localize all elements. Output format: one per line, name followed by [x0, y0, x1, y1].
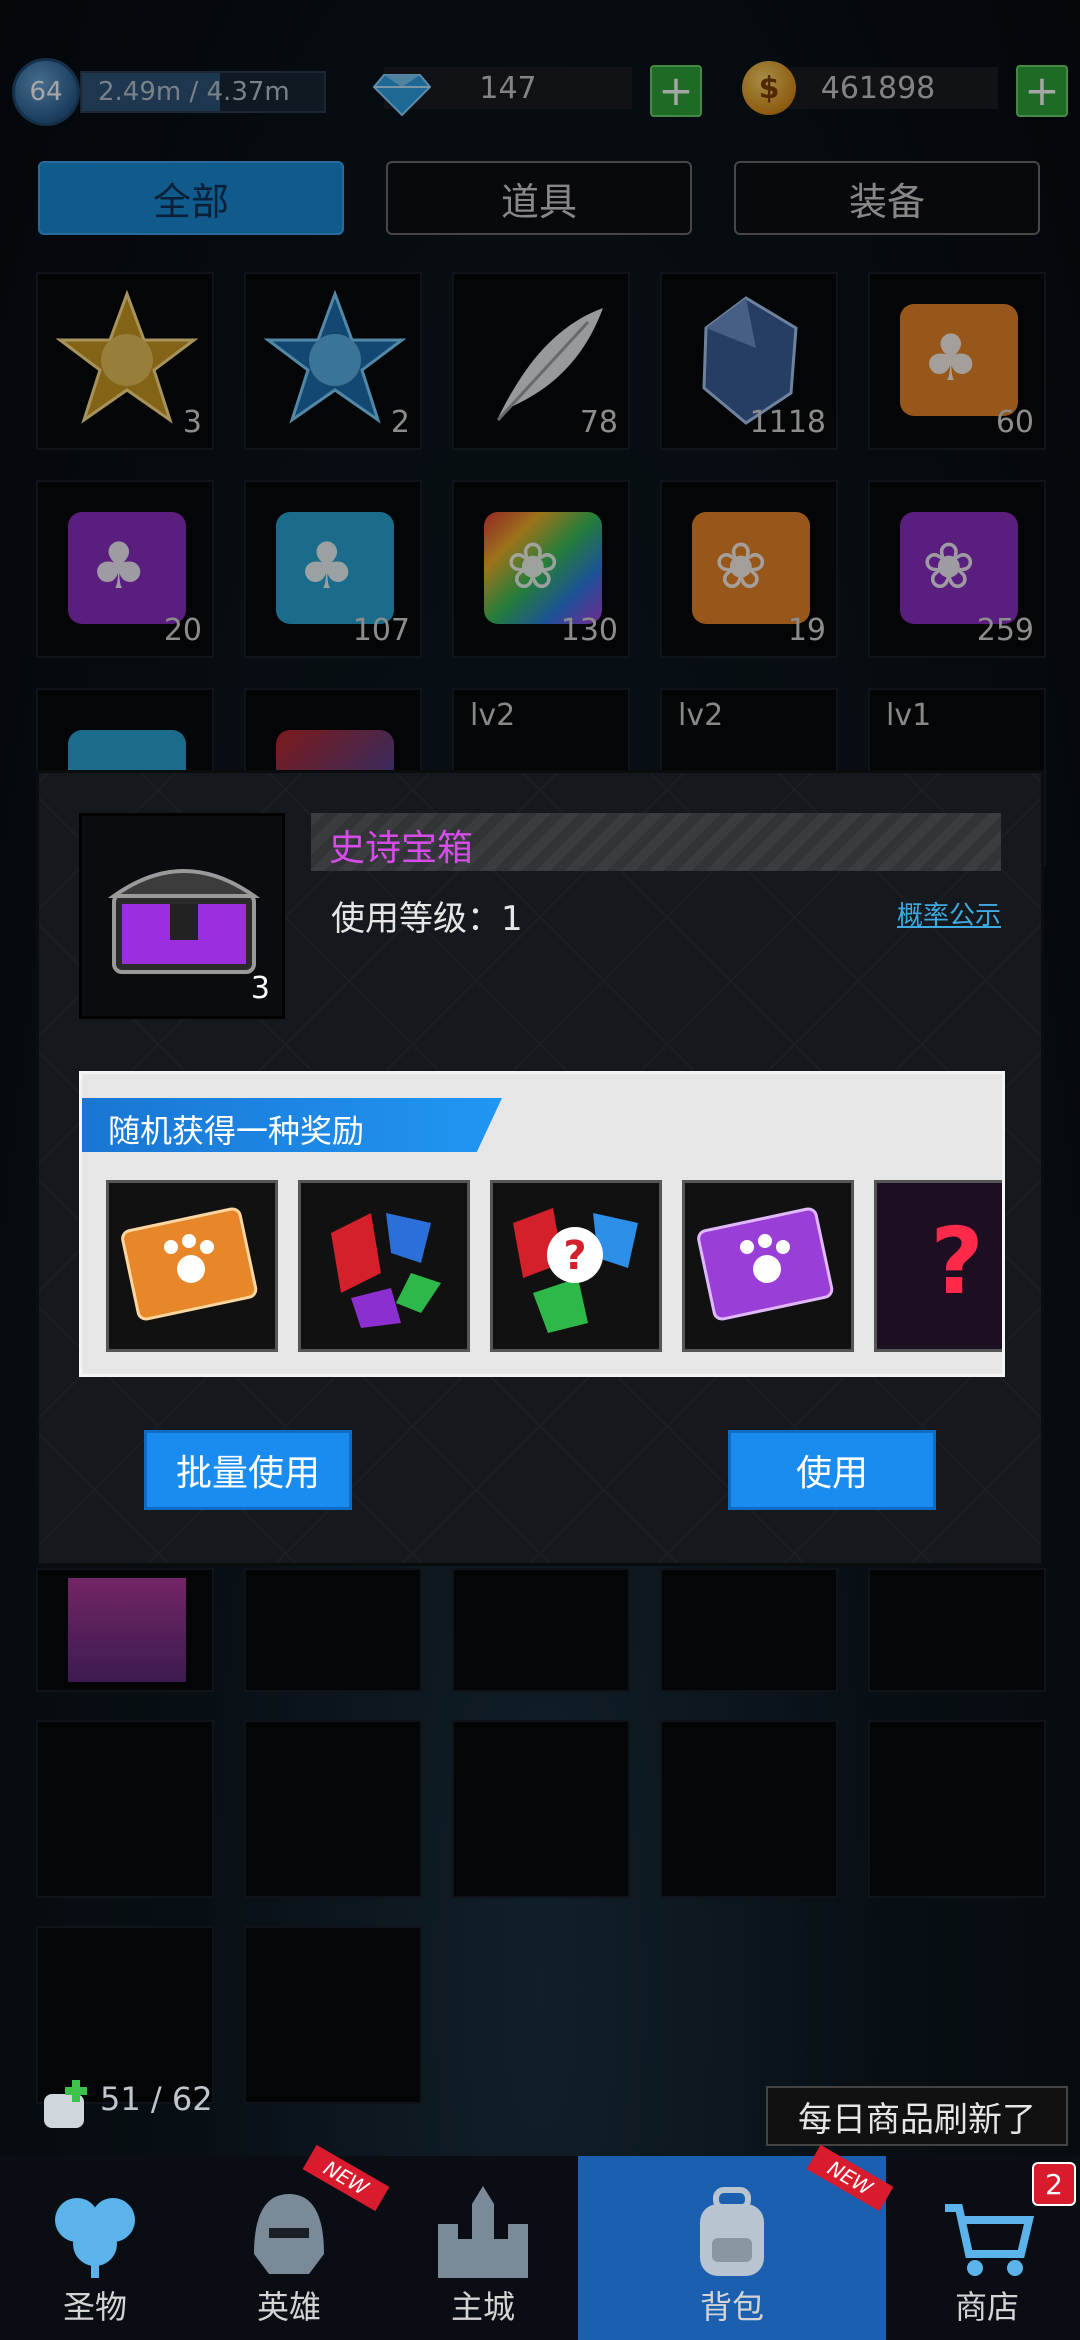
- inventory-slot[interactable]: [660, 1568, 838, 1692]
- orange-paw-ticket-icon: [121, 1207, 258, 1321]
- plus-icon: +: [658, 66, 694, 115]
- top-resource-bar: 64 2.49m / 4.37m 147 + 461898 $ +: [0, 55, 1080, 135]
- helmet-icon: [254, 2194, 324, 2274]
- inventory-slot[interactable]: ♣ 60: [868, 272, 1046, 450]
- reward-item[interactable]: ?: [490, 1180, 662, 1352]
- tab-items[interactable]: 道具: [386, 161, 692, 235]
- gold-star-rune-icon: [55, 289, 199, 424]
- blue-star-rune-icon: [263, 289, 407, 424]
- bottom-nav: 圣物 NEW 英雄 主城 NEW 背包 商店: [0, 2144, 1080, 2340]
- reward-item[interactable]: [106, 1180, 278, 1352]
- random-mark: ?: [563, 1233, 586, 1279]
- reward-item[interactable]: [298, 1180, 470, 1352]
- nav-relics[interactable]: 圣物: [2, 2156, 188, 2340]
- inventory-slot[interactable]: [868, 1568, 1046, 1692]
- epic-chest-icon: [107, 869, 261, 974]
- clover-icon: [55, 2198, 135, 2278]
- reward-item[interactable]: ?: [874, 1180, 1002, 1352]
- tab-equipment[interactable]: 装备: [734, 161, 1040, 235]
- inventory-slot[interactable]: 3: [36, 272, 214, 450]
- castle-icon: [438, 2186, 528, 2278]
- inventory-slot[interactable]: [244, 1568, 422, 1692]
- inventory-slot[interactable]: [452, 1568, 630, 1692]
- item-name: 史诗宝箱: [329, 828, 474, 869]
- inventory-slot[interactable]: [36, 1926, 214, 2104]
- exp-text: 2.49m / 4.37m: [98, 77, 290, 107]
- blue-clover-puzzle-icon: ♣: [276, 512, 394, 624]
- inventory-slot[interactable]: [660, 1720, 838, 1898]
- bag-add-icon[interactable]: [38, 2080, 94, 2130]
- add-gems-button[interactable]: +: [650, 65, 702, 117]
- inventory-slot[interactable]: 1118: [660, 272, 838, 450]
- random-mark: ?: [930, 1208, 983, 1315]
- reward-item[interactable]: [682, 1180, 854, 1352]
- random-gems-icon: ?: [513, 1208, 638, 1333]
- inventory-slot[interactable]: ❀ 130: [452, 480, 630, 658]
- backpack-icon: [700, 2187, 764, 2276]
- nav-heroes[interactable]: NEW 英雄: [196, 2144, 390, 2340]
- purple-paw-ticket-icon: [697, 1207, 834, 1321]
- purple-clover-puzzle-icon: ♣: [68, 512, 186, 624]
- shopping-cart-icon: [945, 2204, 1035, 2276]
- inventory-slot[interactable]: [452, 1720, 630, 1898]
- nav-main-city[interactable]: 主城: [390, 2156, 576, 2340]
- gold-coin-icon: $: [742, 61, 796, 115]
- inventory-slot[interactable]: ❀ 259: [868, 480, 1046, 658]
- reward-panel: 随机获得一种奖励 ? ?: [79, 1071, 1005, 1377]
- inventory-slot[interactable]: ♣ 107: [244, 480, 422, 658]
- inventory-slot[interactable]: ♣ 20: [36, 480, 214, 658]
- probability-link[interactable]: 概率公示: [897, 895, 1001, 932]
- inventory-slot[interactable]: [244, 1926, 422, 2104]
- inventory-slot[interactable]: [36, 1720, 214, 1898]
- shop-refresh-toast: 每日商品刷新了: [766, 2086, 1068, 2146]
- player-level-badge[interactable]: 64: [12, 58, 80, 126]
- inventory-slot[interactable]: 2: [244, 272, 422, 450]
- plus-icon: +: [1024, 66, 1060, 115]
- item-count: 3: [250, 971, 270, 1006]
- orange-paw-puzzle-icon: ❀: [692, 512, 810, 624]
- item-icon-frame: 3: [79, 813, 285, 1019]
- exp-bar: 2.49m / 4.37m: [80, 71, 326, 113]
- item-name-bar: 史诗宝箱: [311, 813, 1001, 871]
- tab-all[interactable]: 全部: [38, 161, 344, 235]
- gem-shards-icon: [331, 1213, 441, 1328]
- diamond-icon: [372, 74, 432, 117]
- reward-ribbon: 随机获得一种奖励: [82, 1098, 502, 1152]
- hero-card-icon: [68, 1578, 186, 1682]
- orange-clover-puzzle-icon: ♣: [900, 304, 1018, 416]
- rainbow-paw-puzzle-icon: ❀: [484, 512, 602, 624]
- use-level-text: 使用等级：1: [331, 899, 523, 939]
- player-level: 64: [29, 77, 63, 107]
- inventory-slot[interactable]: 78: [452, 272, 630, 450]
- batch-use-button[interactable]: 批量使用: [144, 1430, 352, 1510]
- inventory-slot[interactable]: [36, 1568, 214, 1692]
- inventory-slot[interactable]: [244, 1720, 422, 1898]
- inventory-slot[interactable]: [868, 1720, 1046, 1898]
- bag-count-text: 51 / 62: [100, 2080, 213, 2118]
- reward-title: 随机获得一种奖励: [108, 1112, 365, 1150]
- use-button[interactable]: 使用: [728, 1430, 936, 1510]
- inventory-slot[interactable]: ❀ 19: [660, 480, 838, 658]
- add-gold-button[interactable]: +: [1016, 65, 1068, 117]
- bag-capacity: 51 / 62: [38, 2080, 213, 2134]
- new-badge: NEW: [806, 2144, 894, 2212]
- purple-paw-puzzle-icon: ❀: [900, 512, 1018, 624]
- shop-notification-badge: 2: [1032, 2162, 1076, 2206]
- random-item-icon: ?: [877, 1183, 1002, 1349]
- nav-backpack[interactable]: NEW 背包: [578, 2144, 894, 2340]
